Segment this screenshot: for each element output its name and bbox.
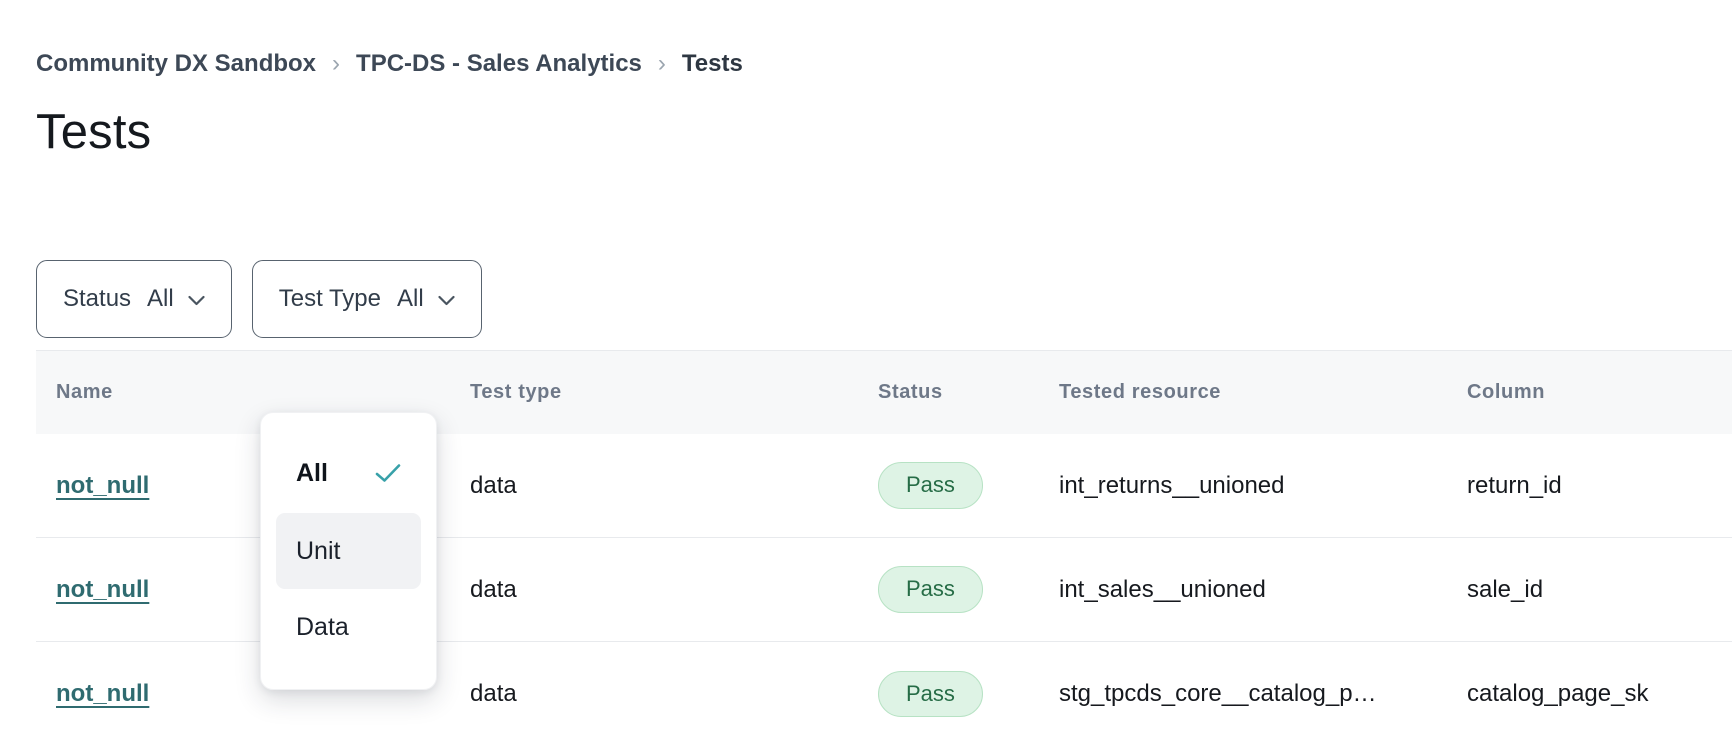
status-filter-label: Status	[63, 285, 131, 313]
dropdown-option-label: Unit	[296, 537, 340, 566]
status-badge: Pass	[878, 462, 983, 509]
breadcrumb: Community DX Sandbox › TPC-DS - Sales An…	[36, 50, 1732, 78]
dropdown-option-data[interactable]: Data	[276, 589, 421, 665]
test-name-link[interactable]: not_null	[56, 576, 149, 603]
test-type-filter-button[interactable]: Test Type All	[252, 260, 482, 338]
test-type-dropdown-menu: All Unit Data	[260, 412, 437, 690]
chevron-down-icon	[188, 295, 205, 306]
status-filter-value: All	[147, 285, 174, 313]
status-filter-button[interactable]: Status All	[36, 260, 232, 338]
page-title: Tests	[36, 104, 1732, 160]
column-header-name: Name	[36, 381, 470, 404]
dropdown-option-unit[interactable]: Unit	[276, 513, 421, 589]
breadcrumb-item-environment[interactable]: TPC-DS - Sales Analytics	[356, 50, 642, 78]
test-type-filter-value: All	[397, 285, 424, 313]
column-cell: sale_id	[1467, 576, 1732, 604]
column-cell: catalog_page_sk	[1467, 680, 1732, 708]
checkmark-icon	[375, 463, 401, 483]
status-badge: Pass	[878, 671, 983, 718]
column-header-status: Status	[878, 381, 1059, 404]
test-type-filter-label: Test Type	[279, 285, 381, 313]
test-type-cell: data	[470, 576, 878, 604]
column-header-test-type: Test type	[470, 381, 878, 404]
dropdown-option-all[interactable]: All	[276, 437, 421, 509]
dropdown-option-label: All	[296, 459, 328, 488]
breadcrumb-item-tests: Tests	[682, 50, 743, 78]
test-name-link[interactable]: not_null	[56, 680, 149, 707]
column-header-tested-resource: Tested resource	[1059, 381, 1467, 404]
breadcrumb-separator-icon: ›	[332, 52, 340, 76]
status-badge: Pass	[878, 566, 983, 613]
column-cell: return_id	[1467, 472, 1732, 500]
dropdown-option-label: Data	[296, 613, 349, 642]
column-header-column: Column	[1467, 381, 1732, 404]
chevron-down-icon	[438, 295, 455, 306]
test-type-cell: data	[470, 472, 878, 500]
filter-bar: Status All Test Type All	[36, 260, 1732, 338]
breadcrumb-separator-icon: ›	[658, 52, 666, 76]
test-name-link[interactable]: not_null	[56, 472, 149, 499]
breadcrumb-item-project[interactable]: Community DX Sandbox	[36, 50, 316, 78]
tested-resource-cell: int_sales__unioned	[1059, 576, 1467, 604]
tested-resource-cell: int_returns__unioned	[1059, 472, 1467, 500]
tested-resource-cell: stg_tpcds_core__catalog_p…	[1059, 680, 1467, 708]
test-type-cell: data	[470, 680, 878, 708]
